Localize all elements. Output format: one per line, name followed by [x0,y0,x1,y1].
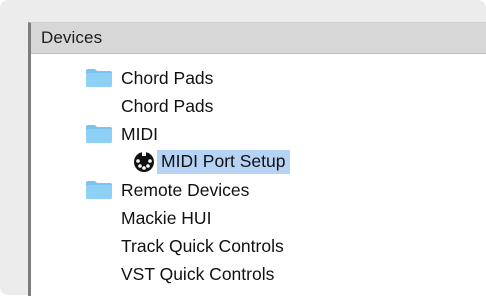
tree-item-mackie-hui[interactable]: Mackie HUI [121,205,211,231]
window-frame: Devices Chord Pads Chord Pads MIDI MIDI … [0,0,486,296]
tree-item-label: Mackie HUI [121,207,212,228]
tree-item-label: MIDI [121,123,158,144]
tree-item-label: Chord Pads [121,67,214,88]
tree-item-label: Chord Pads [121,95,214,116]
tree-item-midi-port-setup[interactable]: MIDI Port Setup [134,149,290,175]
devices-header: Devices [31,23,486,54]
midi-connector-icon [134,152,154,172]
tree-item-vst-quick-controls[interactable]: VST Quick Controls [121,261,274,287]
tree-item-label: Track Quick Controls [121,235,284,256]
devices-panel: Devices Chord Pads Chord Pads MIDI MIDI … [28,22,486,296]
folder-icon [86,69,112,87]
tree-item-chord-pads-folder[interactable]: Chord Pads [86,65,214,91]
folder-icon [86,125,112,143]
devices-header-label: Devices [41,28,103,47]
tree-item-label: Remote Devices [121,179,250,200]
tree-item-remote-devices-folder[interactable]: Remote Devices [86,177,250,203]
tree-item-midi-folder[interactable]: MIDI [86,121,158,147]
tree-item-label: VST Quick Controls [121,263,275,284]
tree-item-label-selected: MIDI Port Setup [157,150,290,174]
folder-icon [86,181,112,199]
tree-item-chord-pads[interactable]: Chord Pads [121,93,213,119]
tree-item-track-quick-controls[interactable]: Track Quick Controls [121,233,284,259]
